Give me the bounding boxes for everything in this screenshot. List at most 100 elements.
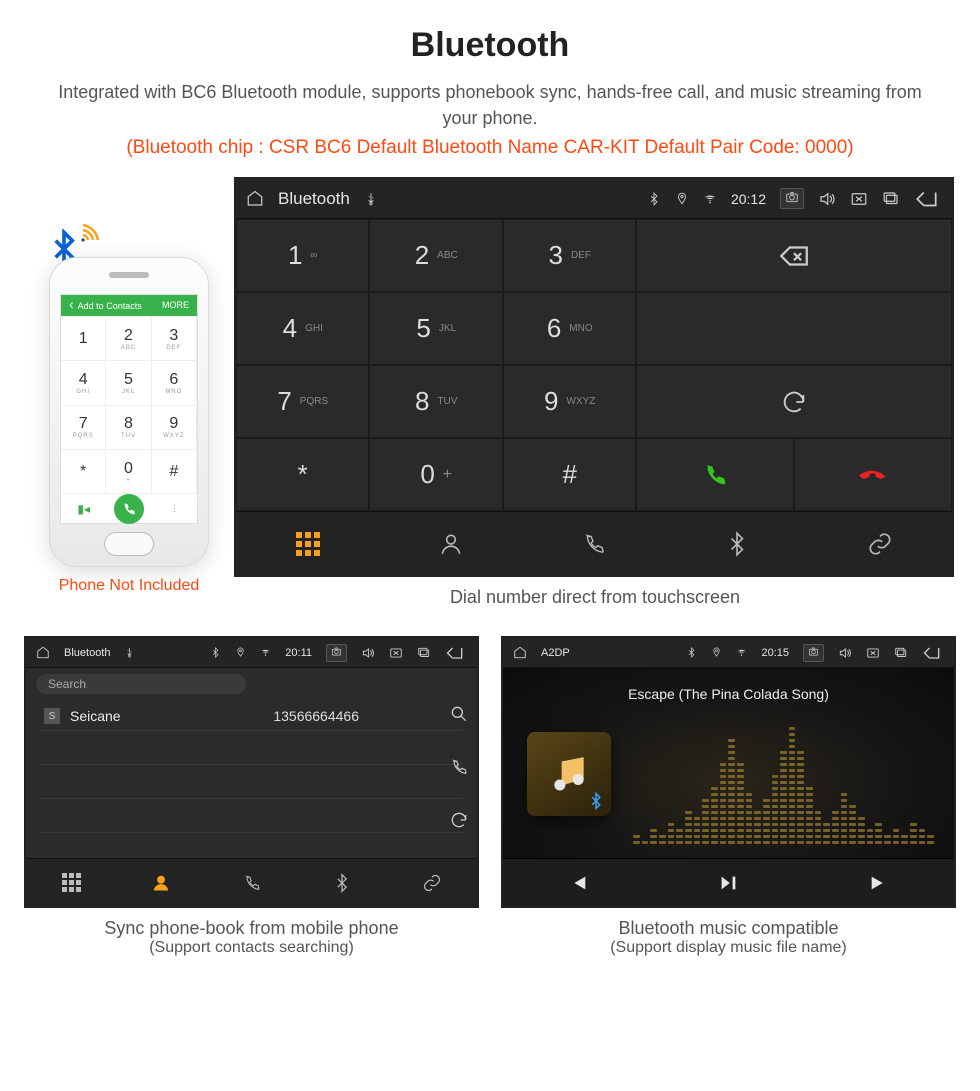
key-4[interactable]: 4GHI [236, 292, 369, 365]
phone-mockup: Add to Contacts MORE 12ABC3DEF4GHI5JKL6M… [24, 177, 234, 595]
dialer-clock: 20:12 [731, 191, 766, 207]
page-title: Bluetooth [24, 26, 956, 65]
screenshot-icon[interactable] [803, 644, 824, 662]
volume-icon[interactable] [818, 190, 836, 208]
location-icon [675, 192, 689, 206]
home-icon[interactable] [513, 646, 527, 660]
play-pause-button[interactable] [653, 859, 803, 906]
nav-call-log[interactable] [206, 859, 296, 906]
contacts-bottom-nav [26, 858, 477, 906]
bluetooth-specs: (Bluetooth chip : CSR BC6 Default Blueto… [24, 137, 956, 159]
back-icon[interactable] [914, 186, 940, 212]
action-refresh-icon[interactable] [449, 810, 469, 835]
recents-icon[interactable] [882, 190, 900, 208]
nav-pair[interactable] [809, 512, 952, 575]
key-8[interactable]: 8TUV [369, 365, 502, 438]
recents-icon[interactable] [417, 646, 431, 660]
key-0[interactable]: 0+ [369, 438, 502, 511]
music-screen: A2DP 20:15 Escape (The [501, 636, 956, 908]
nav-contacts[interactable] [116, 859, 206, 906]
key-hash[interactable]: # [503, 438, 637, 511]
volume-icon[interactable] [838, 646, 852, 660]
music-caption: Bluetooth music compatible (Support disp… [501, 918, 956, 957]
key-1[interactable]: 1∞ [236, 219, 369, 292]
music-statusbar: A2DP 20:15 [503, 638, 954, 668]
dialer-bottom-nav [236, 511, 952, 575]
home-icon[interactable] [36, 646, 50, 660]
bt-status-icon [647, 192, 661, 206]
contacts-clock: 20:11 [285, 647, 312, 659]
phone-key-6: 6MNO [152, 360, 197, 404]
nav-bluetooth[interactable] [666, 512, 809, 575]
wifi-icon [260, 647, 271, 658]
close-app-icon[interactable] [866, 646, 880, 660]
key-6[interactable]: 6MNO [503, 292, 637, 365]
key-2[interactable]: 2ABC [369, 219, 502, 292]
page-description: Integrated with BC6 Bluetooth module, su… [50, 79, 930, 131]
contact-name: Seicane [70, 708, 121, 724]
phone-more-icon: ⋮ [152, 494, 197, 523]
phone-key-8: 8TUV [106, 405, 151, 449]
phone-key-7: 7PQRS [61, 405, 106, 449]
volume-icon[interactable] [361, 646, 375, 660]
phone-not-included-label: Phone Not Included [24, 577, 234, 595]
equalizer [633, 738, 934, 844]
key-star[interactable]: * [236, 438, 369, 511]
contacts-statusbar: Bluetooth 20:11 [26, 638, 477, 668]
action-search-icon[interactable] [449, 704, 469, 729]
nav-keypad[interactable] [26, 859, 116, 906]
action-call-icon[interactable] [449, 757, 469, 782]
bt-status-icon [210, 647, 221, 658]
backspace-button[interactable] [636, 219, 952, 292]
nav-pair[interactable] [387, 859, 477, 906]
nav-bluetooth[interactable] [297, 859, 387, 906]
hangup-button[interactable] [794, 438, 952, 511]
key-7[interactable]: 7PQRS [236, 365, 369, 438]
recents-icon[interactable] [894, 646, 908, 660]
phone-video-icon: ▮◂ [61, 494, 106, 523]
contact-initial: S [44, 708, 60, 724]
location-icon [235, 647, 246, 658]
usb-icon [364, 192, 378, 206]
screenshot-icon[interactable] [780, 188, 804, 209]
close-app-icon[interactable] [850, 190, 868, 208]
next-track-button[interactable] [804, 859, 954, 906]
wifi-icon [736, 647, 747, 658]
redial-button[interactable] [636, 365, 952, 438]
contacts-app-name: Bluetooth [64, 647, 110, 659]
call-button[interactable] [636, 438, 794, 511]
bt-status-icon [686, 647, 697, 658]
phone-key-9: 9WXYZ [152, 405, 197, 449]
phone-key-1: 1 [61, 316, 106, 360]
nav-call-log[interactable] [522, 512, 665, 575]
nav-keypad[interactable] [236, 512, 379, 575]
track-title: Escape (The Pina Colada Song) [503, 686, 954, 702]
dialer-screen: Bluetooth 20:12 1∞2AB [234, 177, 954, 577]
location-icon [711, 647, 722, 658]
music-controls [503, 858, 954, 906]
home-icon[interactable] [246, 190, 264, 208]
contact-number: 13566664466 [273, 708, 459, 724]
music-clock: 20:15 [761, 647, 789, 659]
key-5[interactable]: 5JKL [369, 292, 502, 365]
phone-key-0: 0+ [106, 449, 151, 493]
dialer-app-name: Bluetooth [278, 189, 350, 209]
phone-key-*: * [61, 449, 106, 493]
screenshot-icon[interactable] [326, 644, 347, 662]
back-icon[interactable] [445, 643, 465, 663]
key-9[interactable]: 9WXYZ [503, 365, 637, 438]
key-3[interactable]: 3DEF [503, 219, 637, 292]
wifi-icon [703, 192, 717, 206]
search-input[interactable]: Search [36, 674, 246, 694]
close-app-icon[interactable] [389, 646, 403, 660]
back-icon[interactable] [922, 643, 942, 663]
phone-key-3: 3DEF [152, 316, 197, 360]
nav-contacts[interactable] [379, 512, 522, 575]
dialer-statusbar: Bluetooth 20:12 [236, 179, 952, 219]
prev-track-button[interactable] [503, 859, 653, 906]
phone-dial-button [106, 494, 151, 523]
phone-header-left: Add to Contacts [69, 300, 142, 311]
phone-key-2: 2ABC [106, 316, 151, 360]
phone-key-#: # [152, 449, 197, 493]
contact-row[interactable]: S Seicane 13566664466 [40, 702, 463, 731]
